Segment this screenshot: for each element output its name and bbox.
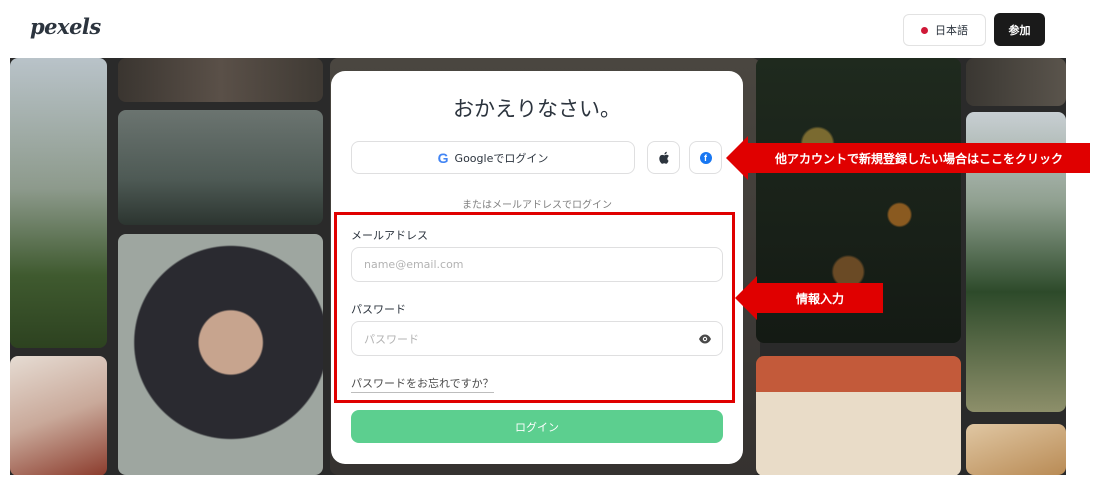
facebook-login-button[interactable]: f (689, 141, 722, 174)
or-email-divider-text: またはメールアドレスでログイン (462, 200, 612, 211)
bg-photo-woman-hijab (118, 234, 323, 475)
facebook-icon: f (699, 151, 712, 164)
language-label: 日本語 (935, 24, 968, 37)
apple-login-button[interactable] (647, 141, 680, 174)
modal-title: おかえりなさい。 (453, 97, 621, 121)
google-icon: G (437, 149, 449, 166)
bg-photo-balloons (118, 110, 323, 225)
login-button[interactable]: ログイン (351, 410, 723, 443)
social-signup-note: 他アカウントで新規登録したい場合はここをクリック (748, 143, 1090, 173)
bg-photo-cake (10, 356, 107, 475)
bg-photo-food (966, 424, 1066, 475)
bg-photo-room (966, 58, 1066, 106)
input-highlight-box (334, 212, 735, 403)
pexels-logo[interactable]: pexels (30, 14, 101, 39)
apple-icon (658, 151, 669, 164)
bg-photo-storefront (756, 356, 961, 475)
callout-arrow-icon (726, 136, 748, 180)
google-login-button[interactable]: G Googleでログイン (351, 141, 635, 174)
join-button[interactable]: 参加 (994, 13, 1045, 46)
input-info-note: 情報入力 (757, 283, 883, 313)
bg-photo-mountain (10, 58, 107, 348)
japan-flag-icon (921, 26, 928, 34)
google-login-label: Googleでログイン (454, 151, 549, 165)
bg-photo-top-strip (118, 58, 323, 102)
language-button[interactable]: 日本語 (903, 14, 986, 46)
social-signup-callout: 他アカウントで新規登録したい場合はここをクリック (726, 136, 1090, 180)
callout-arrow-icon (735, 276, 757, 320)
input-info-callout: 情報入力 (735, 276, 883, 320)
